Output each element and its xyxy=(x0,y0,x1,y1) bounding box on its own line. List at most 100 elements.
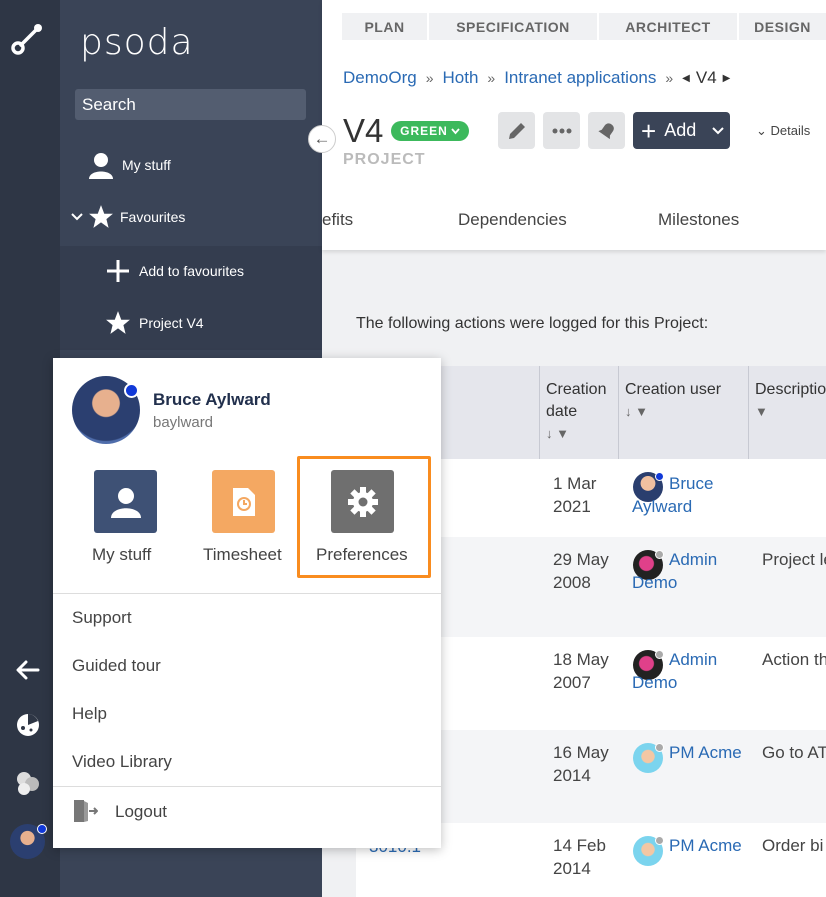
divider xyxy=(53,786,441,787)
tab-benefits[interactable]: efits xyxy=(322,210,353,230)
user-link[interactable]: PM Acme xyxy=(632,834,742,857)
cell-description: Project le xyxy=(762,550,826,569)
user-link[interactable]: PM Acme xyxy=(632,741,742,764)
sidebar-item-label: Project V4 xyxy=(139,315,204,331)
cell-description: Action th xyxy=(762,650,826,669)
preferences-highlight xyxy=(297,456,431,578)
col-creation-user[interactable]: Creation user ↓ ▼ xyxy=(618,366,749,459)
ellipsis-icon xyxy=(552,128,571,133)
breadcrumb: DemoOrg » Hoth » Intranet applications »… xyxy=(343,68,730,88)
user-icon xyxy=(110,487,141,518)
search-input[interactable]: Search xyxy=(75,89,306,120)
logout-icon[interactable] xyxy=(72,798,99,829)
tab-dependencies[interactable]: Dependencies xyxy=(458,210,567,230)
timesheet-label[interactable]: Timesheet xyxy=(203,545,282,565)
bell-icon xyxy=(597,122,614,139)
breadcrumb-item[interactable]: Intranet applications xyxy=(504,68,656,88)
cell-description: Go to AT xyxy=(762,743,826,762)
sidebar-sub-add-favourites[interactable]: Add to favourites xyxy=(60,246,322,298)
sidebar-item-label: Favourites xyxy=(120,209,186,225)
notifications-button[interactable] xyxy=(588,112,625,149)
sidebar-item-label: Add to favourites xyxy=(139,263,245,279)
cell-description: Order bi xyxy=(762,836,824,855)
status-label: GREEN xyxy=(400,124,448,138)
status-badge[interactable]: GREEN xyxy=(391,121,469,141)
next-triangle-icon[interactable]: ▶ xyxy=(723,73,731,84)
tab-milestones[interactable]: Milestones xyxy=(658,210,739,230)
cell-date: 29 May 2008 xyxy=(553,550,609,592)
sidebar-item-label: My stuff xyxy=(122,157,171,173)
my-stuff-tile[interactable] xyxy=(94,470,157,533)
col-description[interactable]: Descriptio ▼ xyxy=(748,366,826,459)
timesheet-tile[interactable] xyxy=(212,470,275,533)
star-icon xyxy=(106,311,130,334)
add-label: Add xyxy=(664,120,697,140)
filter-icon[interactable]: ▼ xyxy=(755,401,820,423)
breadcrumb-item[interactable]: DemoOrg xyxy=(343,68,417,88)
breadcrumb-separator: » xyxy=(665,70,674,86)
user-menu-popup: Bruce Aylward baylward My stuff Timeshee… xyxy=(53,358,441,848)
psoda-logo-icon[interactable] xyxy=(8,18,48,58)
chevron-down-icon xyxy=(71,213,83,221)
user-link[interactable]: Admin Demo xyxy=(632,648,742,694)
plus-icon xyxy=(107,260,129,282)
pencil-icon xyxy=(508,122,525,139)
plus-icon: + xyxy=(641,115,657,146)
breadcrumb-item[interactable]: Hoth xyxy=(442,68,478,88)
log-intro: The following actions were logged for th… xyxy=(356,315,709,332)
arrow-left-icon: ← xyxy=(313,129,331,148)
step-architect[interactable]: ARCHITECT xyxy=(599,13,739,40)
my-stuff-label[interactable]: My stuff xyxy=(92,545,151,565)
chevron-down-icon xyxy=(451,127,460,134)
column-label: Creation user xyxy=(625,381,722,398)
sort-filter-icon[interactable]: ↓ ▼ xyxy=(625,401,743,423)
user-link[interactable]: Bruce Aylward xyxy=(632,472,742,518)
column-label: Descriptio xyxy=(755,381,826,398)
page-subtitle: PROJECT xyxy=(343,151,426,168)
prev-triangle-icon[interactable]: ◀ xyxy=(682,73,690,84)
menu-support[interactable]: Support xyxy=(72,608,132,628)
breadcrumb-separator: » xyxy=(425,70,434,86)
back-arrow-icon[interactable] xyxy=(8,650,48,690)
step-design[interactable]: DESIGN xyxy=(739,13,826,40)
online-status-dot xyxy=(124,383,139,398)
brand-logo[interactable]: psoda xyxy=(80,22,194,63)
divider xyxy=(53,593,441,594)
chevron-down-icon xyxy=(712,126,724,134)
menu-help[interactable]: Help xyxy=(72,704,107,724)
add-button[interactable]: + Add xyxy=(633,112,730,149)
chart-icon[interactable] xyxy=(8,705,48,745)
online-status-dot xyxy=(37,824,47,834)
menu-video-library[interactable]: Video Library xyxy=(72,752,172,772)
user-link[interactable]: Admin Demo xyxy=(632,548,742,594)
menu-guided-tour[interactable]: Guided tour xyxy=(72,656,161,676)
cell-date: 1 Mar 2021 xyxy=(553,474,597,516)
sidebar-sub-project-v4[interactable]: Project V4 xyxy=(60,298,322,350)
page-title: V4 xyxy=(343,112,384,149)
chevron-down-icon: ⌄ xyxy=(756,123,767,138)
app-rail xyxy=(0,0,60,897)
breadcrumb-separator: » xyxy=(487,70,496,86)
stage-steps: PLAN SPECIFICATION ARCHITECT DESIGN xyxy=(342,13,826,40)
project-header: PLAN SPECIFICATION ARCHITECT DESIGN Demo… xyxy=(322,0,826,250)
step-specification[interactable]: SPECIFICATION xyxy=(429,13,599,40)
user-icon xyxy=(89,153,113,179)
sidebar-item-favourites[interactable]: Favourites xyxy=(70,204,185,230)
timesheet-icon xyxy=(232,487,255,516)
more-button[interactable] xyxy=(543,112,580,149)
logout-link[interactable]: Logout xyxy=(115,802,167,822)
bubbles-icon[interactable] xyxy=(8,763,48,803)
sort-filter-icon[interactable]: ↓ ▼ xyxy=(546,423,613,445)
column-label: Creation date xyxy=(546,381,607,420)
collapse-sidebar-button[interactable]: ← xyxy=(308,125,336,153)
user-handle: baylward xyxy=(153,414,214,431)
cell-date: 18 May 2007 xyxy=(553,650,609,692)
details-label: Details xyxy=(770,123,811,138)
breadcrumb-current: V4 xyxy=(695,68,717,87)
edit-button[interactable] xyxy=(498,112,535,149)
sidebar-item-my-stuff[interactable]: My stuff xyxy=(88,151,171,179)
col-creation-date[interactable]: Creation date ↓ ▼ xyxy=(539,366,619,459)
details-toggle[interactable]: ⌄ Details xyxy=(756,123,810,139)
cell-date: 16 May 2014 xyxy=(553,743,609,785)
step-plan[interactable]: PLAN xyxy=(342,13,429,40)
